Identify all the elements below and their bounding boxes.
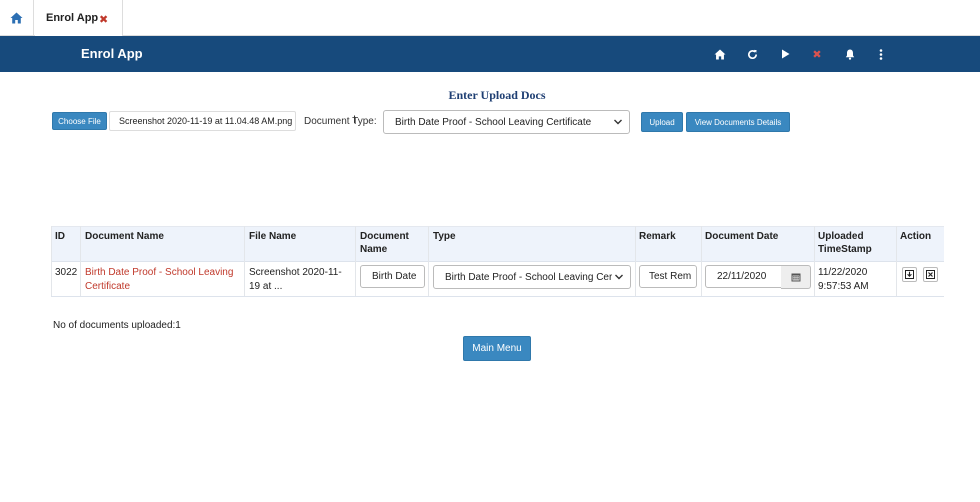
header-type: Type bbox=[433, 231, 456, 242]
close-icon[interactable]: ✖ bbox=[809, 46, 825, 62]
row-uploaded-timestamp: 11/22/2020 9:57:53 AM bbox=[818, 266, 869, 294]
header-line: Uploaded bbox=[818, 231, 864, 242]
selected-file-name: Screenshot 2020-11-19 at 11.04.48 AM.png bbox=[109, 111, 296, 131]
more-vertical-icon[interactable] bbox=[873, 46, 889, 62]
download-icon bbox=[905, 270, 914, 279]
row-file-name: Screenshot 2020-11- 19 at ... bbox=[249, 266, 342, 294]
document-type-select[interactable]: Birth Date Proof - School Leaving Certif… bbox=[383, 110, 630, 134]
document-type-label: Document Type: bbox=[304, 116, 377, 127]
calendar-button[interactable] bbox=[781, 265, 811, 289]
refresh-icon[interactable] bbox=[744, 46, 760, 62]
header-line: Name bbox=[360, 244, 388, 255]
header-document-name-input: Document Name bbox=[360, 230, 409, 256]
chevron-down-icon bbox=[614, 118, 622, 127]
text-cursor-icon: I bbox=[353, 114, 357, 126]
main-menu-button[interactable]: Main Menu bbox=[463, 336, 531, 361]
header-file-name: File Name bbox=[249, 231, 297, 242]
tab-strip: Enrol App ✖ bbox=[0, 0, 980, 36]
page-title: Enter Upload Docs bbox=[448, 88, 546, 102]
view-documents-details-button[interactable]: View Documents Details bbox=[686, 112, 790, 132]
header-document-name: Document Name bbox=[85, 231, 164, 242]
upload-button[interactable]: Upload bbox=[641, 112, 683, 132]
document-type-value: Birth Date Proof - School Leaving Certif… bbox=[395, 116, 592, 128]
documents-count: No of documents uploaded:1 bbox=[53, 320, 181, 331]
document-name-input[interactable]: Birth Date bbox=[360, 265, 425, 288]
bell-icon[interactable] bbox=[842, 46, 858, 62]
header-id: ID bbox=[55, 231, 65, 242]
file-line: 19 at ... bbox=[249, 281, 283, 292]
header-line: TimeStamp bbox=[818, 244, 872, 255]
timestamp-line: 11/22/2020 bbox=[818, 267, 868, 278]
download-button[interactable] bbox=[902, 267, 917, 282]
close-icon[interactable]: ✖ bbox=[99, 13, 108, 26]
close-square-icon bbox=[926, 270, 935, 279]
header-line: Document bbox=[360, 231, 409, 242]
app-title: Enrol App bbox=[81, 46, 143, 61]
header-document-date: Document Date bbox=[705, 231, 779, 242]
remark-input[interactable]: Test Rem bbox=[639, 265, 697, 288]
header-uploaded-timestamp: Uploaded TimeStamp bbox=[818, 230, 872, 256]
choose-file-button[interactable]: Choose File bbox=[52, 112, 107, 130]
timestamp-line: 9:57:53 AM bbox=[818, 281, 869, 292]
header-action: Action bbox=[900, 231, 932, 242]
header-remark: Remark bbox=[639, 231, 676, 242]
document-date-input[interactable]: 22/11/2020 bbox=[705, 265, 782, 288]
link-line: Certificate bbox=[85, 281, 131, 292]
chevron-down-icon bbox=[615, 273, 623, 282]
file-line: Screenshot 2020-11- bbox=[249, 267, 342, 278]
app-header: Enrol App ✖ bbox=[0, 36, 980, 72]
tab-label: Enrol App bbox=[46, 12, 99, 24]
delete-button[interactable] bbox=[923, 267, 938, 282]
home-tab[interactable] bbox=[0, 0, 34, 35]
document-name-link[interactable]: Birth Date Proof - School Leaving Certif… bbox=[85, 266, 233, 294]
row-type-select[interactable]: Birth Date Proof - School Leaving Cer bbox=[433, 265, 631, 289]
home-icon bbox=[10, 12, 23, 23]
play-icon[interactable] bbox=[777, 46, 793, 62]
table-header bbox=[51, 226, 944, 262]
row-type-value: Birth Date Proof - School Leaving Cer bbox=[445, 271, 613, 283]
row-id: 3022 bbox=[55, 267, 78, 278]
tab-enrol-app[interactable]: Enrol App ✖ bbox=[35, 0, 123, 36]
link-line: Birth Date Proof - School Leaving bbox=[85, 267, 234, 278]
home-icon[interactable] bbox=[712, 46, 728, 62]
calendar-icon bbox=[791, 273, 800, 282]
